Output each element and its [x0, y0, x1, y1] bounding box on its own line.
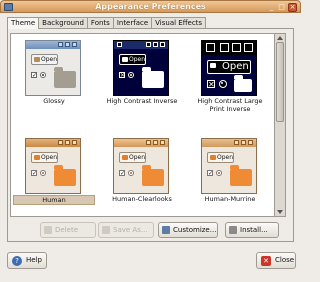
preview-open-button: Open — [119, 152, 146, 163]
preview-open-button: Open — [207, 152, 234, 163]
title-bar: Appearance Preferences _ □ × — [0, 0, 301, 13]
minimize-button[interactable]: _ — [267, 3, 276, 12]
theme-name: High Contrast Inverse — [106, 97, 178, 105]
preview-folder-icon — [230, 165, 252, 186]
tab-background[interactable]: Background — [38, 17, 88, 28]
preview-radio — [219, 80, 227, 88]
install-icon — [229, 226, 237, 234]
theme-name: Human-Murrine — [204, 195, 256, 203]
preview-maximize-icon — [65, 42, 70, 47]
theme-item-human-clearlooks[interactable]: Open ✓ Human-Clearlooks — [101, 136, 183, 216]
folder-icon — [34, 57, 40, 62]
scroll-down-arrow-icon[interactable] — [277, 210, 283, 214]
preview-maximize-icon — [153, 140, 158, 145]
theme-name: High Contrast Large Print Inverse — [197, 97, 263, 113]
preview-checkbox: ✕ — [207, 80, 215, 89]
preview-maximize-icon — [232, 43, 241, 52]
preview-folder-icon — [142, 165, 164, 186]
preview-folder-icon — [54, 67, 76, 88]
window-close-button[interactable]: × — [288, 3, 297, 12]
preview-minimize-icon — [58, 42, 63, 47]
close-button[interactable]: ✕ Close — [256, 252, 296, 269]
tab-fonts[interactable]: Fonts — [86, 17, 114, 28]
preview-radio — [128, 72, 134, 78]
preview-minimize-icon — [234, 140, 239, 145]
theme-item-human[interactable]: Open ✓ Human — [13, 136, 95, 216]
preview-minimize-icon — [220, 43, 229, 52]
preview-checkbox: ✓ — [119, 170, 126, 177]
delete-icon — [44, 226, 52, 234]
preview-checkbox: ✓ — [31, 72, 38, 79]
preview-maximize-icon — [65, 140, 70, 145]
maximize-button[interactable]: □ — [277, 3, 286, 12]
folder-icon — [122, 155, 128, 160]
preview-radio — [40, 72, 46, 78]
install-button[interactable]: Install... — [225, 222, 279, 238]
preview-folder-icon — [142, 67, 164, 88]
preview-close-icon — [160, 140, 165, 145]
preview-menu-icon — [206, 43, 215, 52]
tab-visual-effects[interactable]: Visual Effects — [151, 17, 207, 28]
theme-item-human-murrine[interactable]: Open ✓ Human-Murrine — [189, 136, 271, 216]
preview-close-icon — [72, 42, 77, 47]
theme-preview: Open ✓ — [113, 138, 169, 194]
theme-item-high-contrast-inverse[interactable]: Open ✕ High Contrast Inverse — [101, 38, 183, 118]
folder-icon — [210, 155, 216, 160]
preview-folder-icon — [54, 165, 76, 186]
theme-preview: Open ✓ — [201, 138, 257, 194]
preview-radio — [40, 170, 46, 176]
preview-open-button: Open — [119, 54, 146, 65]
preview-open-button: Open — [31, 54, 58, 65]
theme-name: Glossy — [43, 97, 65, 105]
preview-radio — [216, 170, 222, 176]
preview-open-button: Open — [207, 60, 251, 74]
theme-list[interactable]: Open ✓ Glossy Open ✕ High Contrast Inver… — [10, 33, 275, 217]
preview-close-icon — [72, 140, 77, 145]
help-icon: ? — [12, 256, 22, 266]
preview-checkbox: ✕ — [119, 72, 126, 79]
theme-name: Human — [13, 195, 95, 205]
preview-checkbox: ✓ — [207, 170, 214, 177]
theme-item-high-contrast-large-print-inverse[interactable]: Open ✕ High Contrast Large Print Inverse — [189, 38, 271, 118]
theme-name: Human-Clearlooks — [112, 195, 172, 203]
scroll-thumb[interactable] — [276, 42, 284, 122]
preview-close-icon — [248, 140, 253, 145]
tab-bar: Theme Background Fonts Interface Visual … — [7, 17, 207, 29]
save-icon — [102, 226, 110, 234]
preview-menu-icon — [117, 42, 122, 47]
save-as-button[interactable]: Save As... — [98, 222, 154, 238]
theme-list-scrollbar[interactable] — [275, 33, 286, 217]
folder-icon — [122, 57, 128, 62]
preview-maximize-icon — [241, 140, 246, 145]
preview-checkbox: ✓ — [31, 170, 38, 177]
theme-preview: Open ✕ — [201, 40, 257, 96]
close-icon: ✕ — [261, 256, 271, 266]
tab-interface[interactable]: Interface — [112, 17, 153, 28]
scroll-up-arrow-icon[interactable] — [277, 36, 283, 40]
preview-close-icon — [244, 43, 253, 52]
preview-minimize-icon — [146, 42, 151, 47]
theme-preview: Open ✕ — [113, 40, 169, 96]
folder-icon — [210, 63, 216, 68]
folder-icon — [34, 155, 40, 160]
delete-button[interactable]: Delete — [40, 222, 96, 238]
theme-preview: Open ✓ — [25, 40, 81, 96]
preview-close-icon — [160, 42, 165, 47]
preview-minimize-icon — [58, 140, 63, 145]
theme-preview: Open ✓ — [25, 138, 81, 194]
preview-open-button: Open — [31, 152, 58, 163]
preview-minimize-icon — [146, 140, 151, 145]
preview-maximize-icon — [153, 42, 158, 47]
theme-item-glossy[interactable]: Open ✓ Glossy — [13, 38, 95, 118]
customize-button[interactable]: Customize... — [158, 222, 218, 238]
customize-icon — [162, 226, 170, 234]
tab-theme[interactable]: Theme — [7, 17, 40, 29]
window-title: Appearance Preferences — [95, 2, 206, 11]
help-button[interactable]: ? Help — [7, 252, 47, 269]
preview-radio — [128, 170, 134, 176]
preview-folder-icon — [234, 75, 252, 92]
